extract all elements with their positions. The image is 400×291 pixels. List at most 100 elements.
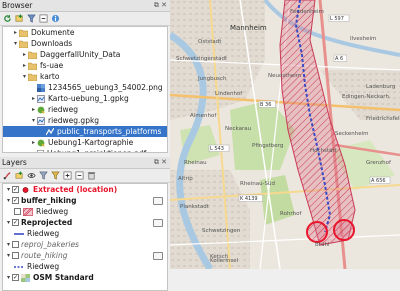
- collapse-all-icon[interactable]: [39, 14, 48, 23]
- collapsed-arrow-icon[interactable]: ▸: [21, 60, 28, 71]
- layer-item[interactable]: ▾ reproj_bakeries: [3, 239, 167, 250]
- browser-item-label: riedweg.gpkg: [48, 116, 100, 125]
- collapsed-arrow-icon[interactable]: ▸: [21, 49, 28, 60]
- filter-legend-icon[interactable]: [39, 171, 48, 180]
- collapsed-arrow-icon[interactable]: ▸: [12, 27, 19, 38]
- layer-indicator-icon[interactable]: [153, 252, 163, 260]
- expanded-arrow-icon[interactable]: ▾: [30, 115, 37, 126]
- filter-icon[interactable]: [27, 14, 36, 23]
- place-label: Grenzhof: [366, 160, 392, 166]
- browser-item-label: Dokumente: [31, 28, 75, 37]
- layer-visibility-checkbox[interactable]: ✓: [12, 197, 19, 204]
- browser-item-label: public_transports_platforms: [57, 127, 162, 136]
- enable-properties-icon[interactable]: [51, 14, 60, 23]
- browser-item-label: Downloads: [31, 39, 73, 48]
- layer-item[interactable]: ▾ ✓ buffer_hiking: [3, 195, 167, 206]
- qgis-project-icon: [37, 106, 45, 114]
- collapsed-arrow-icon[interactable]: ▸: [30, 137, 37, 148]
- style-manager-icon[interactable]: [3, 171, 12, 180]
- expand-all-icon[interactable]: [63, 171, 72, 180]
- layer-visibility-checkbox[interactable]: [14, 208, 21, 215]
- place-label: Ladenburg: [366, 84, 395, 90]
- browser-item[interactable]: ▾ riedweg.gpkg: [3, 115, 167, 126]
- layer-item[interactable]: ▾ route_hiking: [3, 250, 167, 261]
- layers-panel-controls[interactable]: ⧉ ✕: [154, 157, 167, 168]
- browser-item[interactable]: public_transports_platforms: [3, 126, 167, 137]
- browser-item[interactable]: 1234565_uebung3_54002.png: [3, 82, 167, 93]
- collapsed-arrow-icon[interactable]: ▸: [30, 104, 37, 115]
- collapse-all-layers-icon[interactable]: [75, 171, 84, 180]
- expanded-arrow-icon[interactable]: ▾: [21, 71, 28, 82]
- geopackage-icon: [37, 116, 45, 125]
- refresh-icon[interactable]: [3, 14, 12, 23]
- layer-item[interactable]: ▾ ✓ Extracted (location): [3, 184, 167, 195]
- browser-panel-controls[interactable]: ⧉ ✕: [154, 0, 167, 11]
- browser-panel-title: Browser ⧉ ✕: [0, 0, 170, 12]
- browser-title: Browser: [2, 1, 33, 10]
- expanded-arrow-icon[interactable]: ▾: [5, 239, 12, 250]
- map-canvas[interactable]: Feudenheim Oststadt Schwetzingerstadt Neuos…: [170, 0, 400, 269]
- place-label: Kollerinsel: [210, 258, 239, 264]
- add-selected-layers-icon[interactable]: [15, 14, 24, 23]
- browser-item[interactable]: ▸ DaggerfallUnity_Data: [3, 49, 167, 60]
- place-label: Almenhof: [190, 113, 217, 119]
- place-label: Mannheim: [230, 24, 267, 32]
- expanded-arrow-icon[interactable]: ▾: [5, 272, 12, 283]
- layer-item[interactable]: Riedweg: [3, 261, 167, 272]
- layer-indicator-icon[interactable]: [153, 219, 163, 227]
- browser-item[interactable]: ▸ Dokumente: [3, 27, 167, 38]
- browser-item[interactable]: ▸ Uebung1-Kartographie: [3, 137, 167, 148]
- place-label: Rohrhof: [280, 211, 302, 217]
- expanded-arrow-icon[interactable]: ▾: [5, 184, 12, 195]
- layer-label: Riedweg: [27, 262, 60, 271]
- layer-visibility-checkbox[interactable]: [12, 252, 19, 259]
- folder-icon: [28, 62, 37, 70]
- browser-tree: ▸ Dokumente ▾ Downloads ▸ DaggerfallUnity_Dat…: [2, 26, 168, 153]
- layer-item[interactable]: Riedweg: [3, 206, 167, 217]
- place-label: Rheinau-Süd: [240, 181, 275, 187]
- left-dock: Browser ⧉ ✕ ▸ Dokumente ▾ Downloads ▸ Daggerf…: [0, 0, 170, 291]
- browser-item-label: DaggerfallUnity_Data: [40, 50, 121, 59]
- expanded-arrow-icon[interactable]: ▾: [5, 217, 12, 228]
- layer-item[interactable]: Riedweg: [3, 228, 167, 239]
- folder-icon: [19, 40, 28, 48]
- browser-item-label: karto: [40, 72, 60, 81]
- visibility-icon[interactable]: [27, 171, 36, 180]
- place-label: Schwetzingen: [202, 228, 241, 234]
- browser-item[interactable]: ▸ riedweg: [3, 104, 167, 115]
- extracted-location-circle: [333, 219, 355, 241]
- folder-icon: [28, 73, 37, 81]
- road-label: L 597: [330, 16, 344, 22]
- place-label: Pfingstberg: [252, 143, 283, 149]
- layer-item[interactable]: ▾ ✓ OSM Standard: [3, 272, 167, 283]
- layer-visibility-checkbox[interactable]: ✓: [12, 274, 19, 281]
- place-label: Plankstadt: [180, 204, 210, 210]
- browser-item[interactable]: ▸ Karto-uebung_1.gpkg: [3, 93, 167, 104]
- layer-label: Reprojected: [21, 218, 73, 227]
- add-group-icon[interactable]: [15, 171, 24, 180]
- place-label: Oststadt: [198, 39, 222, 45]
- place-label: Altrip: [178, 176, 193, 182]
- place-label: Jungbusch: [197, 76, 227, 82]
- browser-item[interactable]: Uebung1_projektionen.pdf: [3, 148, 167, 152]
- browser-item[interactable]: ▸ fs-uae: [3, 60, 167, 71]
- browser-item[interactable]: ▾ karto: [3, 71, 167, 82]
- map-svg: Feudenheim Oststadt Schwetzingerstadt Neuos…: [170, 0, 400, 269]
- layer-indicator-icon[interactable]: [153, 197, 163, 205]
- qgis-project-icon: [37, 139, 45, 147]
- place-label: Brühl: [315, 242, 330, 248]
- expanded-arrow-icon[interactable]: ▾: [5, 250, 12, 261]
- layer-visibility-checkbox[interactable]: ✓: [12, 186, 19, 193]
- remove-layer-icon[interactable]: [87, 171, 96, 180]
- expanded-arrow-icon[interactable]: ▾: [12, 38, 19, 49]
- layer-symbol-icon: [14, 263, 24, 271]
- layer-visibility-checkbox[interactable]: ✓: [12, 219, 19, 226]
- browser-item-label: 1234565_uebung3_54002.png: [48, 83, 163, 92]
- layer-visibility-checkbox[interactable]: [12, 241, 19, 248]
- browser-item[interactable]: ▾ Downloads: [3, 38, 167, 49]
- layer-item[interactable]: ▾ ✓ Reprojected: [3, 217, 167, 228]
- filter-expression-icon[interactable]: [51, 171, 60, 180]
- collapsed-arrow-icon[interactable]: ▸: [30, 93, 37, 104]
- expanded-arrow-icon[interactable]: ▾: [5, 195, 12, 206]
- layer-symbol-icon: [21, 273, 30, 282]
